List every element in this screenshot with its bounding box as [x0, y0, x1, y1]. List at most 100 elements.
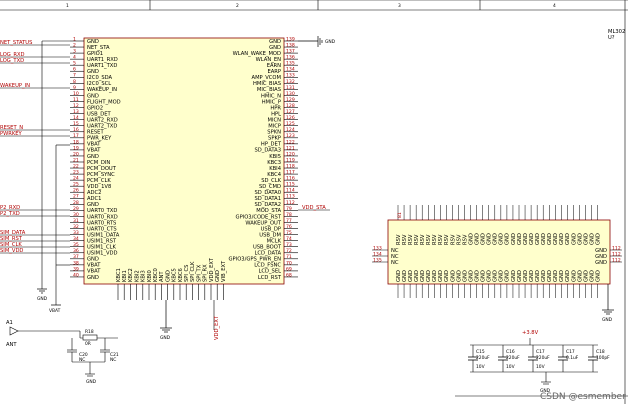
antenna-circuit — [9, 326, 118, 377]
resistor-ref: R18 — [85, 329, 94, 335]
pin-number: 121 — [286, 145, 295, 151]
pin-number: 15 — [73, 121, 79, 127]
pin-number: 9 — [73, 85, 76, 91]
pin-number: 32 — [73, 224, 79, 230]
pin-number: 120 — [286, 151, 295, 157]
pin-number: 13 — [73, 109, 79, 115]
cap-value: 0.1uF — [566, 355, 579, 361]
net-label: P2_TXD — [0, 211, 20, 217]
pin-number: 138 — [286, 42, 295, 48]
pin-number: 134 — [286, 67, 295, 73]
pin-number: 69 — [286, 266, 292, 272]
pin-number: 76 — [286, 224, 292, 230]
pin-number: 18 — [73, 139, 79, 145]
net-label: PWRKEY — [0, 131, 23, 137]
pin-number: 124 — [286, 127, 295, 133]
pin-number: 135 — [286, 61, 295, 67]
pin-number: 117 — [286, 170, 295, 176]
pin-name: KBC1 — [116, 268, 122, 282]
schematic-canvas: 1 2 3 4 ML302 U? 1 GND2 NET_STA3 GPIO14 UART… — [0, 0, 628, 404]
pin-number: 130 — [286, 91, 295, 97]
pin-number: 79 — [286, 206, 292, 212]
cap-value: NC — [79, 357, 85, 363]
pin-number: 68 — [286, 272, 292, 278]
pin-name: VIB_EXT — [221, 260, 227, 282]
cap-value: 220uF — [476, 355, 490, 361]
left-nets — [0, 40, 70, 305]
pin-number: 8 — [73, 79, 76, 85]
pin-number: 129 — [286, 97, 295, 103]
pin-name: KBI2 — [134, 270, 140, 282]
cap-value: 220uF — [536, 355, 550, 361]
gnd-symbol-module-bottom — [160, 300, 172, 333]
pin-number: 112 — [612, 245, 621, 251]
pin-name: KBI0 — [147, 270, 153, 282]
pin-number: 133 — [286, 73, 295, 79]
pin-name: GND — [165, 270, 171, 282]
pin-number: 112 — [612, 257, 621, 263]
pin-number: 74 — [286, 236, 292, 242]
pin-number: 38 — [73, 260, 79, 266]
pin-number: 17 — [73, 133, 79, 139]
pin-number: 135 — [373, 257, 382, 263]
gnd-label: GND — [602, 317, 613, 323]
pin-number: 12 — [73, 103, 79, 109]
pin-name: SPI_RX — [203, 264, 209, 282]
pin-number: 40 — [73, 272, 79, 278]
pin-number: 126 — [286, 115, 295, 121]
pin-number: 115 — [286, 182, 295, 188]
pad-name-top: GND — [595, 233, 601, 245]
pin-number: 31 — [73, 218, 79, 224]
pin-name: SPI_TX — [196, 264, 202, 282]
decoupling-caps — [470, 338, 598, 385]
pin-number: 20 — [73, 151, 79, 157]
pin-number: 137 — [286, 49, 295, 55]
pin-number: 36 — [73, 248, 79, 254]
pin-number: 4 — [73, 55, 76, 61]
cap-voltage: 10V — [536, 364, 545, 370]
pad-name-bottom: GND — [595, 270, 601, 282]
pin-number: 30 — [73, 212, 79, 218]
pin-number: 22 — [73, 163, 79, 169]
pin-name: ANT — [159, 271, 165, 282]
cap-voltage: 10V — [506, 364, 515, 370]
pin-number: 10 — [73, 91, 79, 97]
cap-ref: C16 — [506, 349, 515, 355]
pin-number: 119 — [286, 157, 295, 163]
pin-number: 5 — [73, 61, 76, 67]
pin-number: 114 — [286, 188, 295, 194]
column-number: 2 — [236, 3, 239, 9]
pin-number: 33 — [73, 230, 79, 236]
net-label: LOG_TXD — [0, 58, 24, 64]
pin-number: 21 — [73, 157, 79, 163]
antenna-ref: A1 — [6, 320, 13, 326]
gnd-label: GND — [160, 335, 171, 341]
pin-number: 27 — [73, 194, 79, 200]
pin-number: 14 — [73, 115, 79, 121]
pin-name: KBC0 — [153, 268, 159, 282]
pin-number: 123 — [286, 133, 295, 139]
gnd-label: GND — [86, 379, 97, 385]
pin-number: 28 — [73, 200, 79, 206]
pin-name: KBI3 — [141, 270, 147, 282]
pin-number: 113 — [286, 194, 295, 200]
pin-number: 72 — [286, 248, 292, 254]
pin-name: GND — [595, 260, 607, 266]
pin-number: 11 — [73, 97, 79, 103]
capacitor-group: C15220uF10VC16220uF10VC17220uF10VC170.1u… — [468, 345, 610, 372]
gnd-label: GND — [37, 296, 48, 302]
pin-number: 118 — [286, 163, 295, 169]
pin-name: KBC2 — [128, 268, 134, 282]
pin-number: 134 — [373, 251, 382, 257]
pin-number: 39 — [73, 266, 79, 272]
cap-value: 100pF — [596, 355, 610, 361]
pin-number: 75 — [286, 230, 292, 236]
supply-label: +3.8V — [522, 330, 539, 336]
cap-value: 220uF — [506, 355, 520, 361]
pin-number: 125 — [286, 121, 295, 127]
pin-number: 24 — [73, 176, 79, 182]
pin-number: 25 — [73, 182, 79, 188]
cap-ref: C18 — [596, 349, 605, 355]
gnd-symbol-left — [37, 288, 47, 294]
pin-number: 77 — [286, 218, 292, 224]
